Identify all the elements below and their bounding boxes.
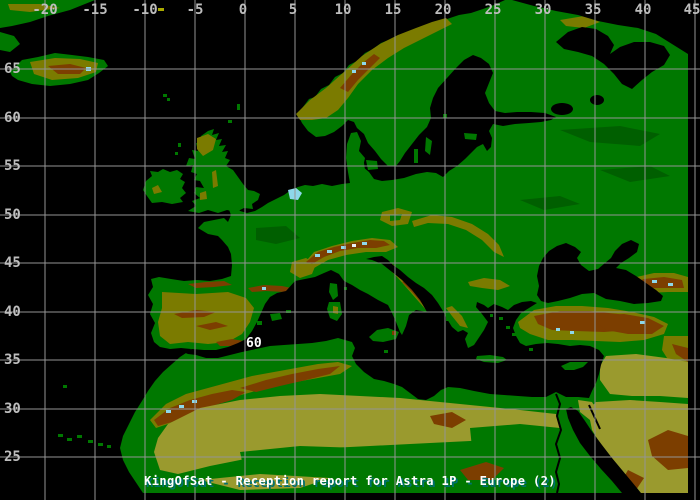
- lon-tick: 35: [585, 2, 602, 18]
- lon-tick: -20: [32, 2, 57, 18]
- syrian-desert: [600, 354, 688, 398]
- atlas-snow: [179, 405, 184, 408]
- lake-ladoga: [551, 103, 573, 115]
- alps-snow: [315, 254, 320, 257]
- anatolia-lake: [556, 328, 560, 331]
- latitude-labels: 65 60 55 50 45 40 35 30 25: [4, 61, 21, 465]
- aegean-island: [499, 317, 503, 320]
- canary-island: [77, 435, 82, 438]
- map-title: KingOfSat - Reception report for Astra 1…: [144, 474, 556, 488]
- lon-tick: 40: [635, 2, 652, 18]
- sardinia-hills: [333, 306, 338, 314]
- europe-elevation-map: -20 -15 -10 -5 0 5 10 15 20 25 30 35 40 …: [0, 0, 700, 500]
- scandes-snow: [352, 70, 356, 73]
- orkney: [228, 120, 232, 123]
- canary-island: [67, 438, 72, 441]
- lon-tick: 25: [485, 2, 502, 18]
- aegean-island: [506, 326, 510, 329]
- lon-tick: 10: [335, 2, 352, 18]
- faroe-islands: [167, 98, 170, 101]
- lat-tick: 60: [4, 110, 21, 126]
- reception-map-canvas: -20 -15 -10 -5 0 5 10 15 20 25 30 35 40 …: [0, 0, 700, 500]
- caucasus-snow: [668, 283, 673, 286]
- ararat-snow: [640, 321, 645, 324]
- lat-tick: 65: [4, 61, 21, 77]
- lon-tick: 30: [535, 2, 552, 18]
- lat-tick: 45: [4, 255, 21, 271]
- aegean-island: [512, 333, 516, 336]
- lon-tick: 0: [239, 2, 247, 18]
- aegean-island: [490, 314, 493, 317]
- lon-tick: 45: [684, 2, 700, 18]
- lon-tick: 20: [435, 2, 452, 18]
- lake-onega: [590, 95, 604, 105]
- anatolia-lake: [570, 331, 574, 334]
- scandes-snow: [362, 62, 366, 65]
- alps-snow: [362, 242, 367, 245]
- shetland: [237, 104, 240, 110]
- lon-tick: 5: [289, 2, 297, 18]
- lon-tick: -15: [82, 2, 107, 18]
- pyrenees-snow: [262, 287, 266, 290]
- madeira: [63, 385, 67, 388]
- malta: [384, 350, 388, 353]
- caucasus-snow: [652, 280, 657, 283]
- lon-tick: -10: [132, 2, 157, 18]
- faroe-islands: [163, 94, 167, 97]
- marker-dash: [158, 8, 164, 11]
- rhodes: [529, 348, 533, 351]
- lon-tick: -5: [187, 2, 204, 18]
- canary-island: [88, 440, 93, 443]
- canary-island: [58, 434, 63, 437]
- oland: [414, 149, 418, 163]
- lon-tick: 15: [385, 2, 402, 18]
- saaremaa: [464, 133, 477, 140]
- lat-tick: 40: [4, 304, 21, 320]
- zealand: [366, 160, 378, 170]
- canary-island: [98, 443, 103, 446]
- alps-snow: [327, 250, 332, 253]
- alps-snow-white: [352, 244, 356, 247]
- map-edge-strip-right: [688, 0, 700, 500]
- lat-tick: 30: [4, 401, 21, 417]
- lat-tick: 50: [4, 207, 21, 223]
- hebrides: [178, 143, 181, 147]
- lat-tick: 55: [4, 158, 21, 174]
- corfu: [446, 317, 449, 321]
- hebrides: [175, 152, 178, 155]
- atlas-snow: [166, 410, 171, 413]
- ibiza: [257, 321, 262, 325]
- beam-contour-label: 60: [246, 336, 262, 351]
- lat-tick: 35: [4, 352, 21, 368]
- canary-island: [107, 445, 111, 448]
- lat-tick: 25: [4, 449, 21, 465]
